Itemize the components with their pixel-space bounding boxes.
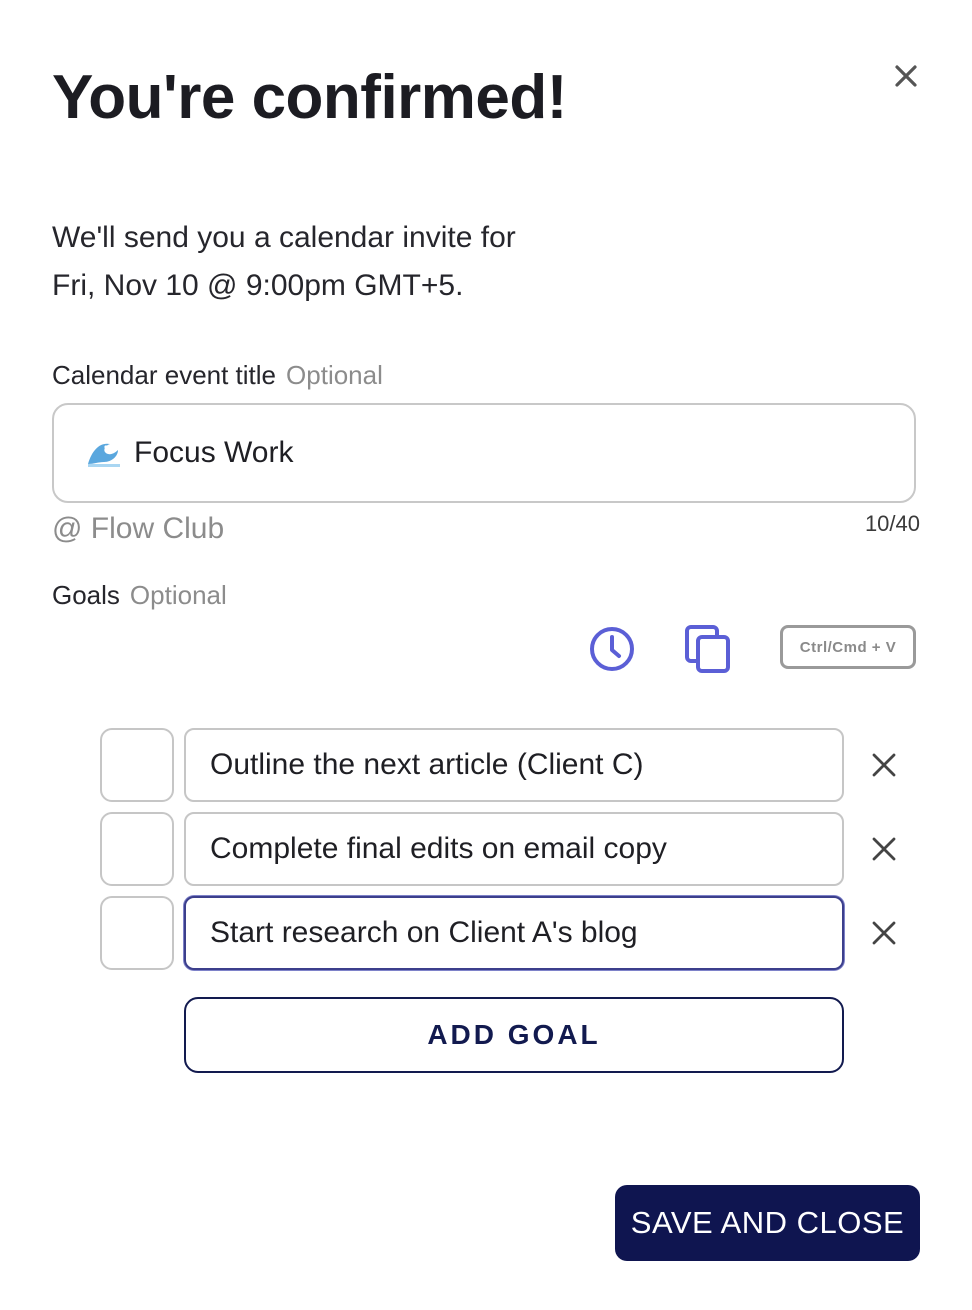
event-title-label-text: Calendar event title <box>52 360 277 390</box>
copy-button[interactable] <box>684 624 732 679</box>
remove-goal-button[interactable] <box>864 745 904 785</box>
goal-checkbox[interactable] <box>100 728 174 802</box>
clock-icon <box>590 627 634 671</box>
goal-checkbox[interactable] <box>100 812 174 886</box>
add-goal-button[interactable]: ADD GOAL <box>184 997 844 1073</box>
wave-emoji-icon <box>88 443 120 467</box>
event-title-input[interactable]: Focus Work <box>52 403 916 503</box>
event-title-suffix: @ Flow Club <box>52 512 225 545</box>
event-title-optional: Optional <box>286 360 383 390</box>
goal-input[interactable]: Start research on Client A's blog <box>184 896 844 970</box>
char-counter: 10/40 <box>864 511 920 536</box>
goal-input[interactable]: Complete final edits on email copy <box>184 812 844 886</box>
close-button[interactable] <box>886 56 926 96</box>
invite-line-1: We'll send you a calendar invite for <box>52 221 516 254</box>
invite-message: We'll send you a calendar invite for Fri… <box>52 214 516 310</box>
close-icon <box>872 753 896 777</box>
page-title: You're confirmed! <box>52 63 567 132</box>
goals-label-text: Goals <box>52 580 120 610</box>
goal-text: Start research on Client A's blog <box>210 916 638 949</box>
goal-checkbox[interactable] <box>100 896 174 970</box>
event-title-label: Calendar event title Optional <box>52 360 383 391</box>
save-and-close-button[interactable]: SAVE AND CLOSE <box>615 1185 920 1261</box>
goal-input[interactable]: Outline the next article (Client C) <box>184 728 844 802</box>
remove-goal-button[interactable] <box>864 913 904 953</box>
invite-datetime: Fri, Nov 10 @ 9:00pm GMT+5. <box>52 269 464 302</box>
goals-label: Goals Optional <box>52 580 227 611</box>
goal-row: Complete final edits on email copy <box>100 812 900 886</box>
clock-button[interactable] <box>588 625 636 678</box>
copy-icon <box>685 625 730 673</box>
goal-text: Complete final edits on email copy <box>210 832 667 865</box>
remove-goal-button[interactable] <box>864 829 904 869</box>
goal-row: Start research on Client A's blog <box>100 896 900 970</box>
goals-optional: Optional <box>129 580 227 610</box>
close-icon <box>872 921 896 945</box>
close-icon <box>895 65 917 87</box>
goal-text: Outline the next article (Client C) <box>210 748 644 781</box>
event-title-value: Focus Work <box>134 436 294 469</box>
paste-shortcut-hint: Ctrl/Cmd + V <box>780 625 916 669</box>
goal-row: Outline the next article (Client C) <box>100 728 900 802</box>
close-icon <box>872 837 896 861</box>
